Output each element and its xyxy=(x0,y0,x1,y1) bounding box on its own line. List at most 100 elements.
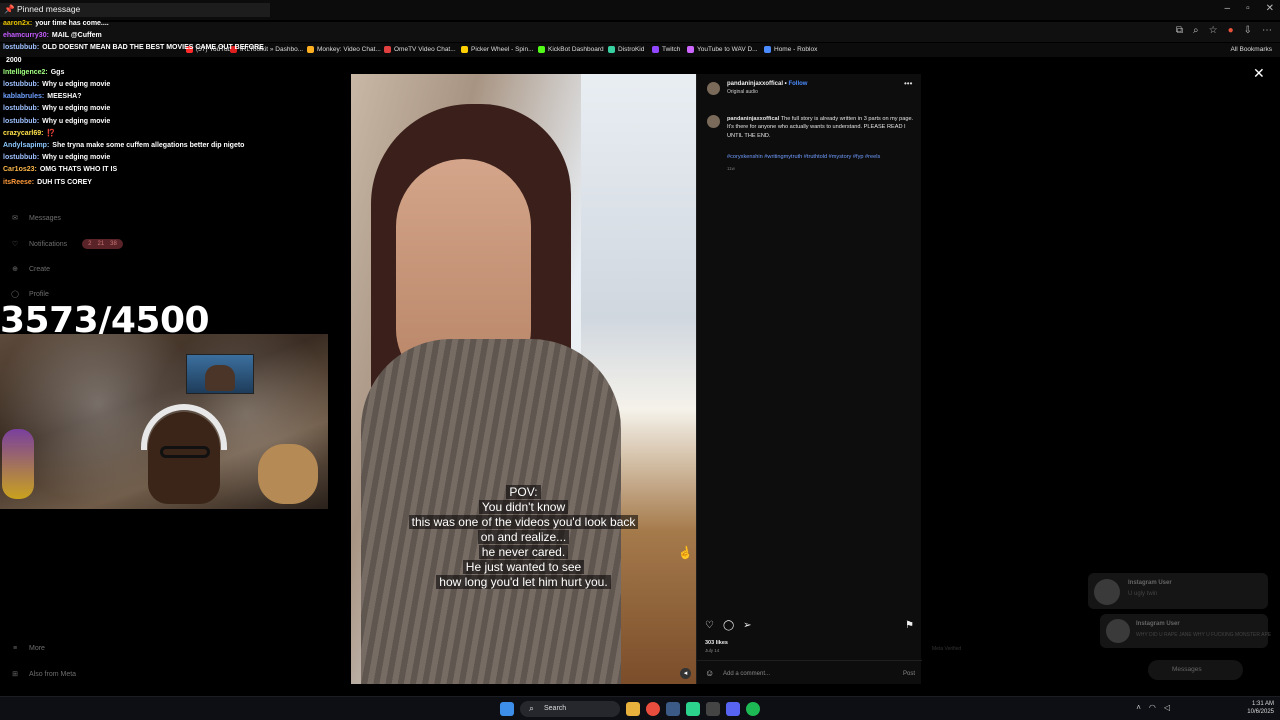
plus-icon: ⊕ xyxy=(12,266,18,273)
comment-input[interactable]: Add a comment... xyxy=(723,671,770,677)
chat-message: 2000 xyxy=(6,56,22,64)
caption-username[interactable]: pandaninjaxxoffical xyxy=(727,116,779,122)
tray-chevron-icon[interactable]: ˄ xyxy=(1136,703,1141,712)
post-comment-button[interactable]: Post xyxy=(903,671,915,677)
nav-more[interactable]: ≡ More xyxy=(10,645,45,652)
browser-menu-icon[interactable]: ⋯ xyxy=(1262,25,1272,36)
bookmark-distrokid[interactable]: DistroKid xyxy=(608,46,644,53)
bookmark-ometv[interactable]: OmeTV Video Chat... xyxy=(384,46,456,53)
close-modal-button[interactable]: ✕ xyxy=(1253,65,1265,82)
nav-also-from-meta[interactable]: ⊞ Also from Meta xyxy=(10,670,76,679)
caption-line-6: He just wanted to see xyxy=(351,560,696,575)
all-bookmarks[interactable]: All Bookmarks xyxy=(1230,46,1272,53)
pinned-message-banner[interactable]: 📌 Pinned message xyxy=(0,3,270,17)
post-header: pandaninjaxxoffical • Follow xyxy=(727,81,808,87)
message-toast-1[interactable]: Instagram User U ugly twin xyxy=(1088,573,1268,609)
wifi-icon[interactable]: ◠ xyxy=(1149,703,1156,712)
author-avatar[interactable] xyxy=(707,82,720,95)
spotify-icon[interactable] xyxy=(746,702,760,716)
maximize-button[interactable]: ▫ xyxy=(1246,3,1250,14)
nav-create[interactable]: ⊕ Create xyxy=(10,265,51,274)
hashtags[interactable]: #coryxkenshin #writingmytruth #truthtold… xyxy=(727,154,915,160)
nav-notifications[interactable]: ♡ Notifications 2 21 38 xyxy=(10,239,123,249)
toast-avatar xyxy=(1106,619,1130,643)
steam-icon[interactable] xyxy=(666,702,680,716)
mute-icon[interactable]: ◂ xyxy=(680,668,691,679)
zoom-icon[interactable]: ⌕ xyxy=(1193,25,1199,36)
comment-icon[interactable]: ◯ xyxy=(723,620,734,631)
clock-time: 1:31 AM xyxy=(1251,701,1274,707)
cat-plush xyxy=(258,444,318,504)
volume-icon[interactable]: ◁ xyxy=(1164,703,1170,712)
bookmark-star-icon[interactable]: ☆ xyxy=(1209,25,1218,36)
chat-line: lostubbub: Why u edging movie xyxy=(3,116,268,128)
chat-username[interactable]: lostubbub: xyxy=(3,118,39,125)
close-window-button[interactable]: ✕ xyxy=(1266,3,1274,14)
bookmark-youtube-to-wav[interactable]: YouTube to WAV D... xyxy=(687,46,758,53)
toast-message: WHY DID U RAPE JANE WHY U FUCKING MONSTE… xyxy=(1136,632,1272,638)
chat-line: itsReese: DUH ITS COREY xyxy=(3,177,268,189)
obs-icon[interactable] xyxy=(706,702,720,716)
bookmark-twitch[interactable]: Twitch xyxy=(652,46,680,53)
like-count-text[interactable]: 303 likes xyxy=(705,640,728,646)
heart-icon: ♡ xyxy=(11,241,19,248)
reel-video[interactable]: POV: You didn't know this was one of the… xyxy=(351,74,696,684)
author-username[interactable]: pandaninjaxxoffical xyxy=(727,81,783,87)
caption-line-7: how long you'd let him hurt you. xyxy=(351,575,696,590)
chat-username[interactable]: lostubbub: xyxy=(3,105,39,112)
cast-icon[interactable]: ⧉ xyxy=(1176,25,1183,36)
chat-username[interactable]: lostubbub: xyxy=(3,154,39,161)
save-bookmark-icon[interactable]: ⚑ xyxy=(905,620,914,631)
meta-verified-link[interactable]: Meta Verified xyxy=(932,646,961,652)
audio-label[interactable]: Original audio xyxy=(727,89,758,95)
chat-username[interactable]: lostubbub: xyxy=(3,81,39,88)
minimize-button[interactable]: – xyxy=(1225,3,1231,14)
bookmark-kickbot[interactable]: KickBot Dashboard xyxy=(538,46,604,53)
chat-username[interactable]: itsReese: xyxy=(3,179,34,186)
nav-messages-label: Messages xyxy=(29,214,61,222)
system-clock[interactable]: 1:31 AM 10/6/2025 xyxy=(1247,700,1274,716)
messenger-icon: ✉ xyxy=(12,215,18,222)
messages-pill[interactable]: Messages xyxy=(1148,660,1243,680)
nav-messages[interactable]: ✉ Messages xyxy=(10,214,61,223)
download-icon[interactable]: ⇩ xyxy=(1244,25,1252,36)
chat-username[interactable]: kablabrules: xyxy=(3,93,44,100)
bookmark-monkey[interactable]: Monkey: Video Chat... xyxy=(307,46,381,53)
notification-counts: 2 21 38 xyxy=(82,239,123,249)
chat-username[interactable]: lostubbub: xyxy=(3,44,39,51)
message-toast-2[interactable]: Instagram User WHY DID U RAPE JANE WHY U… xyxy=(1100,614,1272,648)
extension-icon[interactable]: ● xyxy=(1228,25,1234,36)
discord-icon[interactable] xyxy=(726,702,740,716)
chat-username[interactable]: Andylsapimp: xyxy=(3,142,49,149)
chrome-icon[interactable] xyxy=(646,702,660,716)
follow-button[interactable]: Follow xyxy=(788,81,807,87)
windows-start-icon[interactable] xyxy=(500,702,514,716)
taskbar-search[interactable]: Search xyxy=(520,701,620,717)
nav-create-label: Create xyxy=(29,265,51,273)
windows-taskbar: Search ˄ ◠ ◁ 1:31 AM 10/6/2025 xyxy=(0,696,1280,720)
nav-notifications-label: Notifications xyxy=(29,240,68,248)
chat-username[interactable]: aaron2x: xyxy=(3,20,32,27)
chat-username[interactable]: Car1os23: xyxy=(3,166,37,173)
file-explorer-icon[interactable] xyxy=(626,702,640,716)
more-options-icon[interactable]: ••• xyxy=(904,79,912,88)
bookmark-picker-wheel[interactable]: Picker Wheel - Spin... xyxy=(461,46,534,53)
share-icon[interactable]: ➢ xyxy=(743,620,751,631)
bookmark-roblox[interactable]: Home - Roblox xyxy=(764,46,817,53)
like-heart-icon[interactable]: ♡ xyxy=(705,620,714,631)
divider xyxy=(697,660,922,661)
system-tray: ˄ ◠ ◁ xyxy=(1136,703,1170,712)
chat-message: Why u edging movie xyxy=(42,81,111,89)
chat-line: lostubbub: OLD DOESNT MEAN BAD THE BEST M… xyxy=(3,42,268,54)
caption-avatar[interactable] xyxy=(707,115,720,128)
nav-profile[interactable]: ◯ Profile xyxy=(10,290,49,299)
post-caption: pandaninjaxxoffical The full story is al… xyxy=(727,115,915,140)
chat-username[interactable]: crazycarl69: xyxy=(3,130,43,137)
app-icon[interactable] xyxy=(686,702,700,716)
chat-line: kablabrules: MEESHA? xyxy=(3,91,268,103)
ometv-icon xyxy=(384,46,391,53)
search-label: Search xyxy=(544,705,567,712)
chat-username[interactable]: ehamcurry30: xyxy=(3,32,49,39)
emoji-icon[interactable]: ☺ xyxy=(705,668,714,678)
chat-username[interactable]: Intelligence2: xyxy=(3,69,48,76)
